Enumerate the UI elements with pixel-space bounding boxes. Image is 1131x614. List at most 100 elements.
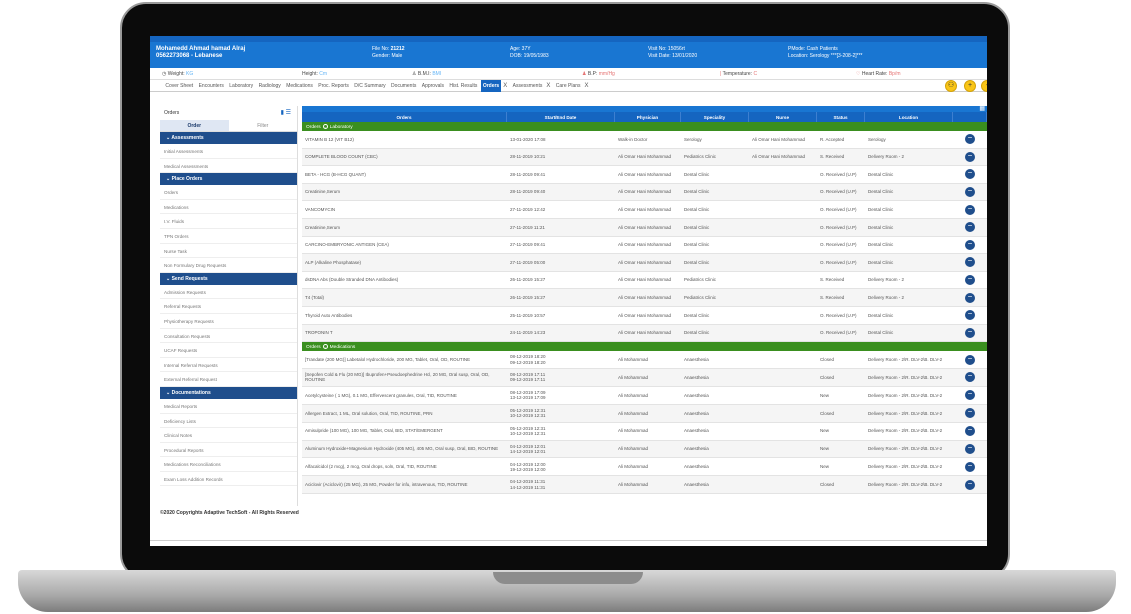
tab-proc-reports[interactable]: Proc. Reports — [316, 80, 351, 92]
chevron-circle-icon[interactable]: − — [965, 310, 975, 321]
chevron-circle-icon[interactable]: − — [965, 372, 975, 383]
close-icon[interactable]: X — [544, 83, 552, 89]
chevron-circle-icon[interactable]: − — [965, 204, 975, 215]
table-row[interactable]: [Trandate (200 MG)] Labetalol Hydrochlor… — [302, 351, 987, 370]
close-icon[interactable]: X — [501, 83, 509, 89]
tab-care-plans[interactable]: Care Plans — [554, 80, 583, 92]
pin-icon[interactable]: ▮ — [281, 110, 284, 116]
chevron-circle-icon[interactable]: − — [965, 257, 975, 268]
chevron-circle-icon[interactable]: − — [965, 169, 975, 180]
sidebar-item[interactable]: Exam Loss Addition Records — [160, 472, 297, 487]
table-row[interactable]: T4 (Total) 26-11-2019 15:27 Ali Omar Hani … — [302, 289, 987, 307]
sidebar-item[interactable]: Procedural Reports — [160, 443, 297, 458]
table-row[interactable]: VITAMIN B 12 (VIT B12) 13-01-2020 17:08 Wa… — [302, 131, 987, 149]
table-row[interactable]: TROPONIN T 24-11-2019 14:23 Ali Omar Hani … — [302, 324, 987, 343]
table-row[interactable]: ALP (Alkaline Phosphatase) 27-11-2019 05:… — [302, 254, 987, 272]
tab-cover-sheet[interactable]: Cover Sheet — [163, 80, 195, 92]
sidebar-item[interactable]: Initial Assessments — [160, 144, 297, 159]
close-icon[interactable]: X — [583, 83, 591, 89]
sidebar-item[interactable]: Consultation Requests — [160, 329, 297, 344]
table-row[interactable]: Creatinine,Serum 27-11-2019 11:21 Ali Omar… — [302, 218, 987, 237]
table-row[interactable]: VANCOMYCIN 27-11-2019 12:42 Ali Omar Hani … — [302, 201, 987, 219]
chevron-circle-icon[interactable]: − — [965, 292, 975, 303]
tab-radiology[interactable]: Radiology — [257, 80, 283, 92]
menu-icon[interactable]: ☰ — [286, 110, 291, 116]
chevron-circle-icon[interactable]: − — [965, 426, 975, 437]
col-location[interactable]: Location — [865, 112, 953, 122]
tab-medications[interactable]: Medications — [284, 80, 315, 92]
col-speciality[interactable]: Speciality — [681, 112, 749, 122]
sidebar-item[interactable]: Medications Reconciliations — [160, 457, 297, 472]
table-row[interactable]: Alfacalcidol (2 mcg), 2 mcg, Oral drops,… — [302, 458, 987, 477]
chevron-circle-icon[interactable]: − — [965, 444, 975, 455]
sidebar-item[interactable]: I.V. Fluids — [160, 214, 297, 229]
chevron-circle-icon[interactable]: − — [965, 275, 975, 286]
sidebar-item[interactable]: Physiotherapy Requests — [160, 314, 297, 329]
col-nurse[interactable]: Nurse — [749, 112, 817, 122]
tab-laboratory[interactable]: Laboratory — [227, 80, 255, 92]
table-row[interactable]: Amisulpride (100 MG), 100 MG, Tablet, Or… — [302, 423, 987, 441]
sidebar-section[interactable]: ⌄ Send Requests — [160, 272, 297, 285]
collapse-icon[interactable]: - — [322, 344, 328, 350]
tab-encounters[interactable]: Encounters — [197, 80, 226, 92]
sidebar-item[interactable]: Non Formulary Drug Requests — [160, 258, 297, 273]
chevron-circle-icon[interactable]: − — [965, 390, 975, 401]
chevron-circle-icon[interactable]: − — [965, 354, 975, 365]
col-status[interactable]: Status — [817, 112, 865, 122]
sidebar-section[interactable]: ⌄ Assessments — [160, 132, 297, 144]
table-row[interactable]: Creatinine,Serum 28-11-2019 09:40 Ali Omar… — [302, 183, 987, 202]
visit-no[interactable]: Visit No: 15056rt — [648, 46, 697, 53]
chevron-circle-icon[interactable]: − — [965, 327, 975, 338]
plus-icon[interactable]: + — [964, 80, 976, 92]
tab-assessments[interactable]: Assessments — [511, 80, 545, 92]
group-laboratory[interactable]: Orders - Laboratory — [302, 122, 987, 131]
sidebar-item[interactable]: UCAF Requests — [160, 343, 297, 358]
sidebar-item[interactable]: Orders — [160, 185, 297, 200]
col-date[interactable]: Start/End Date — [507, 112, 615, 122]
table-row[interactable]: Thyroid Auto Antibodies 25-11-2019 10:57 A… — [302, 307, 987, 325]
tab-dc-summary[interactable]: D/C Summary — [352, 80, 387, 92]
chevron-circle-icon[interactable]: − — [965, 222, 975, 233]
table-row[interactable]: Acetylcysteine ( 1 MG), 0.1 MG, Efferves… — [302, 387, 987, 405]
table-row[interactable]: CARCINO-EMBRYONIC ANTIGEN (CEA) 27-11-201… — [302, 237, 987, 255]
col-orders[interactable]: Orders — [302, 112, 507, 122]
tab-hist-results[interactable]: Hist. Results — [447, 80, 479, 92]
tab-approvals[interactable]: Approvals — [420, 80, 446, 92]
tab-documents[interactable]: Documents — [389, 80, 418, 92]
tab-order[interactable]: Order — [160, 120, 229, 131]
chevron-circle-icon[interactable]: − — [965, 151, 975, 162]
table-row[interactable]: [Sepofen Cold & Flu (20 MG)] Ibuprofen+P… — [302, 369, 987, 387]
minus-icon[interactable]: - — [981, 80, 987, 92]
sidebar-item[interactable]: TPN Orders — [160, 229, 297, 244]
sidebar-item[interactable]: Clinical Notes — [160, 428, 297, 443]
sidebar-section[interactable]: ⌄ Documentations — [160, 386, 297, 399]
table-row[interactable]: dsDNA Abs (Double Stranded DNA Antibodie… — [302, 272, 987, 290]
sidebar-item[interactable]: Nurse Task — [160, 244, 297, 259]
tab-orders[interactable]: Orders — [480, 80, 502, 92]
group-medications[interactable]: Orders - Medications — [302, 342, 987, 352]
chevron-circle-icon[interactable]: − — [965, 479, 975, 490]
chevron-circle-icon[interactable]: − — [965, 461, 975, 472]
chevron-circle-icon[interactable]: − — [965, 187, 975, 198]
sidebar-section[interactable]: ⌄ Place Orders — [160, 173, 297, 186]
table-row[interactable]: Aluminum Hydroxide+Magnesium Hydroxide (… — [302, 440, 987, 459]
tab-filter[interactable]: Filter — [229, 120, 298, 131]
sidebar-item[interactable]: External Referral Request — [160, 372, 297, 387]
sidebar-item[interactable]: Medications — [160, 200, 297, 215]
sidebar-item[interactable]: Referral Requests — [160, 299, 297, 314]
sidebar-item[interactable]: Internal Referral Requests — [160, 358, 297, 373]
sidebar-item[interactable]: Medical Reports — [160, 399, 297, 414]
grid-menu-icon[interactable]: ▦ — [979, 106, 985, 112]
sidebar-item[interactable]: Deficiency Lists — [160, 414, 297, 429]
table-row[interactable]: COMPLETE BLOOD COUNT (CBC) 28-11-2019 10:… — [302, 148, 987, 167]
collapse-icon[interactable]: - — [322, 124, 328, 129]
chevron-circle-icon[interactable]: − — [965, 239, 975, 250]
sidebar-item[interactable]: Admission Requests — [160, 285, 297, 300]
chevron-circle-icon[interactable]: − — [965, 408, 975, 419]
sidebar-item[interactable]: Medical Assessments — [160, 159, 297, 174]
user-add-icon[interactable]: ⚇ — [945, 80, 957, 92]
table-row[interactable]: Allergen Extract, 1 ML, Oral solution, O… — [302, 404, 987, 423]
col-physician[interactable]: Physician — [615, 112, 681, 122]
table-row[interactable]: BETA - HCG (B-HCG QUANT) 28-11-2019 09:41… — [302, 166, 987, 184]
chevron-circle-icon[interactable]: − — [965, 134, 975, 145]
